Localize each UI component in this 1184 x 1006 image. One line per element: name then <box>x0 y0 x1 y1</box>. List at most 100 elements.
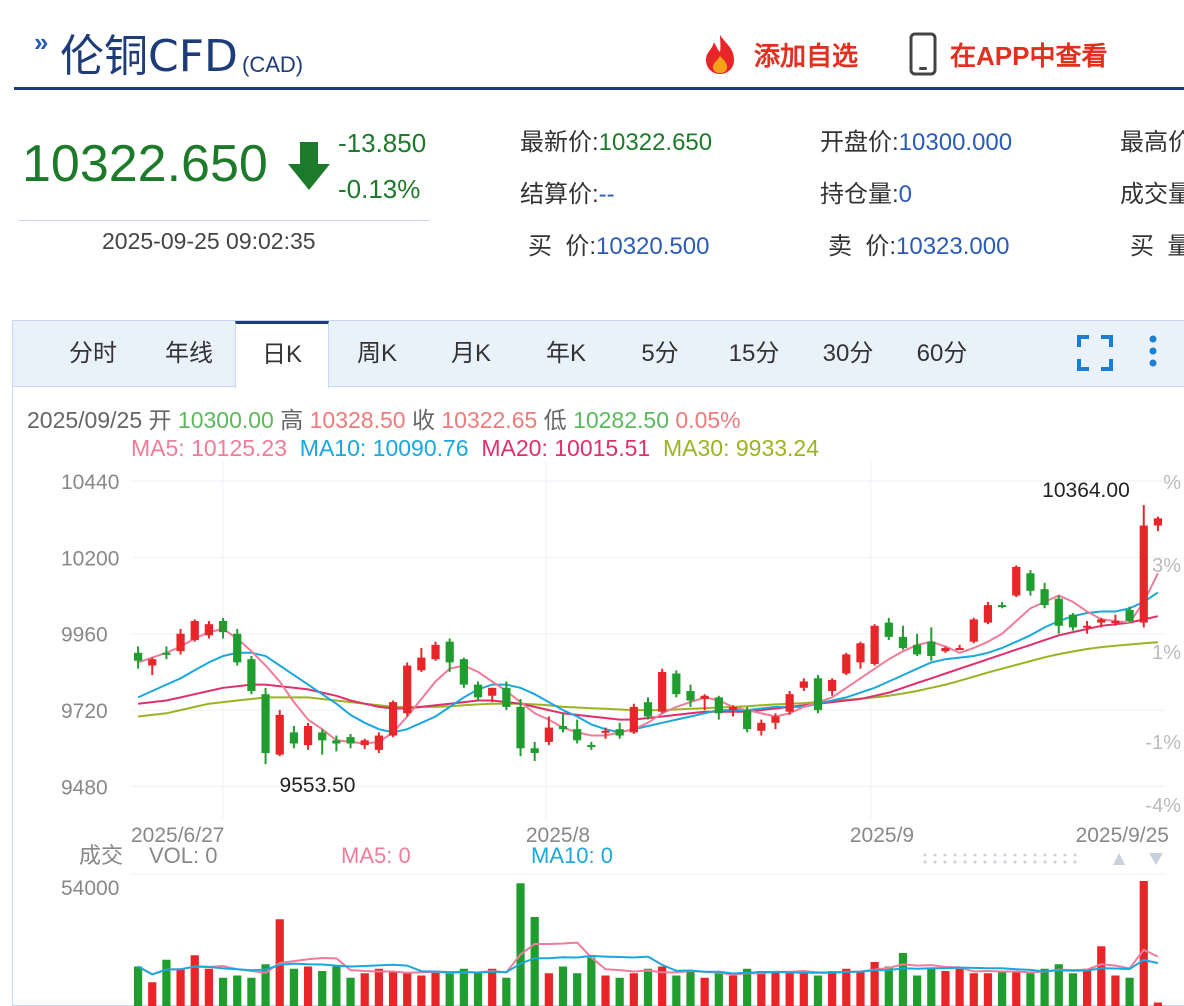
scroll-dot <box>1063 853 1067 857</box>
scroll-dot <box>973 860 977 864</box>
volume-bar <box>488 968 497 1006</box>
min-price-label: 9553.50 <box>280 774 356 797</box>
volume-bar <box>516 883 525 1006</box>
scroll-dot <box>973 853 977 857</box>
candle-body <box>941 648 950 652</box>
candle-body <box>728 706 738 711</box>
x-axis-label: 2025/9 <box>850 824 914 847</box>
volume-bar <box>417 975 426 1006</box>
candle-body <box>870 625 879 664</box>
scroll-dot <box>983 860 987 864</box>
pct-tick-label: -1% <box>1145 732 1181 754</box>
volume-bar <box>700 977 709 1006</box>
candle-body <box>799 681 808 688</box>
candle-body <box>176 633 185 652</box>
candle-body <box>218 621 228 633</box>
page-title-code: (CAD) <box>242 52 304 77</box>
down-arrow-icon <box>288 142 330 190</box>
scroll-dot <box>933 853 937 857</box>
info-bidvol-label: 买 量 <box>1130 233 1184 260</box>
volume-bar <box>686 971 695 1006</box>
add-favorite-button[interactable]: 添加自选 <box>698 32 858 76</box>
volume-bar <box>1139 881 1148 1006</box>
candle-body <box>927 641 936 656</box>
volume-title: 成交 <box>79 843 123 868</box>
info-oi-value: 0 <box>898 181 913 208</box>
volume-bar <box>573 973 582 1006</box>
candle-body <box>615 729 624 736</box>
candle-body <box>757 722 766 731</box>
candle-body <box>403 665 412 714</box>
candle-body <box>148 659 157 666</box>
candle-body <box>898 636 908 649</box>
candle-body <box>1012 566 1021 596</box>
candle-body <box>955 648 964 651</box>
candle-body <box>629 706 638 733</box>
scroll-dot <box>963 853 967 857</box>
candle-body <box>233 633 242 663</box>
volume-bar <box>190 955 199 1006</box>
volume-bar <box>459 968 468 1006</box>
volume-bar <box>601 975 610 1006</box>
volume-bar <box>374 968 383 1006</box>
scroll-dot <box>1023 860 1027 864</box>
x-axis-label: 2025/9/25 <box>1076 824 1169 847</box>
volume-bar <box>162 959 171 1006</box>
candle-body <box>813 678 823 711</box>
scroll-dot <box>1023 853 1027 857</box>
volume-bar <box>799 971 808 1006</box>
volume-bar <box>303 966 313 1006</box>
candle-body <box>587 745 596 748</box>
candle-body <box>388 702 398 736</box>
volume-bar <box>1026 973 1035 1006</box>
candle-body <box>1040 589 1049 606</box>
candle-body <box>204 624 214 636</box>
candle-body <box>743 710 752 730</box>
candle-body <box>162 652 171 655</box>
candle-body <box>431 644 440 660</box>
info-open-value: 10300.000 <box>898 129 1013 156</box>
volume-bar <box>1012 971 1021 1006</box>
volume-bar <box>1040 968 1049 1006</box>
scroll-dot <box>1033 853 1037 857</box>
candle-body <box>346 737 355 744</box>
view-in-app-label: 在APP中查看 <box>950 40 1108 71</box>
candle-body <box>1097 619 1106 623</box>
candle-body <box>771 716 780 723</box>
candle-body <box>700 695 709 699</box>
candlestick-chart[interactable]: 10440 10200 9960 9720 9480% 3% 1% -1% -4% 10364.0… <box>13 321 1184 1006</box>
candle-body <box>658 671 667 712</box>
candle-body <box>558 726 568 730</box>
candle-body <box>785 694 794 712</box>
info-latest-label: 最新价: <box>520 129 599 156</box>
candle-body <box>530 748 539 754</box>
scroll-dot <box>953 860 957 864</box>
volume-bar <box>204 968 214 1006</box>
volume-bar <box>884 966 893 1006</box>
volume-bar <box>1097 946 1106 1006</box>
candle-body <box>1068 614 1078 628</box>
scroll-dot <box>1033 860 1037 864</box>
quote-timestamp: 2025-09-25 09:02:35 <box>102 228 316 254</box>
scroll-dot <box>1053 860 1057 864</box>
volume-bar <box>998 971 1007 1006</box>
candle-body <box>913 644 922 655</box>
candle-body <box>969 619 978 642</box>
scroll-dot <box>993 860 997 864</box>
scroll-dot <box>993 853 997 857</box>
volume-bar <box>502 977 511 1006</box>
last-price: 10322.650 <box>22 135 268 193</box>
view-in-app-button[interactable]: 在APP中查看 <box>908 32 1107 76</box>
candle-body <box>473 684 483 698</box>
volume-bar <box>247 977 256 1006</box>
candle-body <box>1125 609 1134 621</box>
info-latest-value: 10322.650 <box>598 129 713 156</box>
volume-bar <box>898 953 908 1006</box>
volume-bar <box>1068 973 1078 1006</box>
chart-panel: 分时 年线 日K 周K 月K 年K 5分 15分 30分 60分 2025/09… <box>12 320 1184 1006</box>
info-ask-label: 卖 价: <box>828 233 897 260</box>
info-high: 最高价 <box>1120 122 1184 157</box>
candle-body <box>459 659 468 685</box>
volume-bar <box>176 968 185 1006</box>
candle-body <box>544 727 553 742</box>
